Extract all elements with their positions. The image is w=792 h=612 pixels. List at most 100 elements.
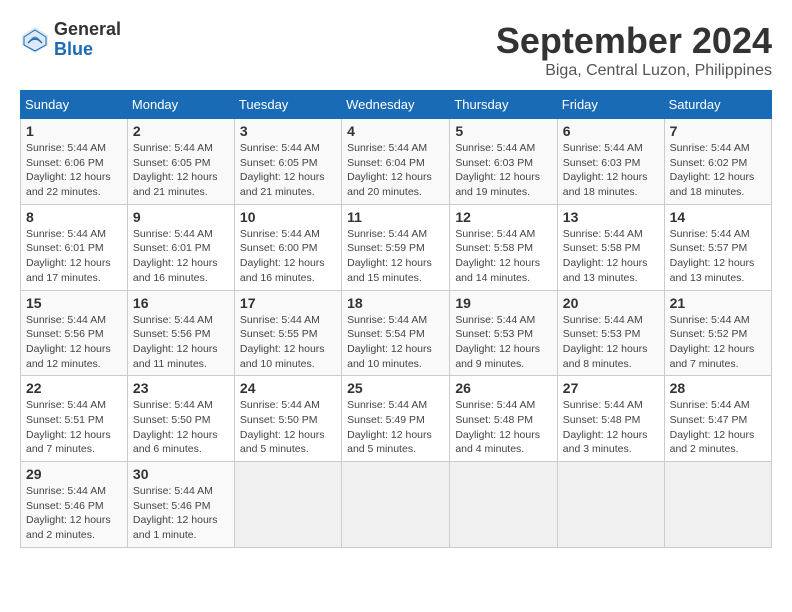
- calendar-cell: 11Sunrise: 5:44 AM Sunset: 5:59 PM Dayli…: [342, 204, 450, 290]
- title-section: September 2024 Biga, Central Luzon, Phil…: [496, 20, 772, 80]
- day-info: Sunrise: 5:44 AM Sunset: 6:05 PM Dayligh…: [240, 141, 336, 200]
- day-info: Sunrise: 5:44 AM Sunset: 5:52 PM Dayligh…: [670, 313, 766, 372]
- day-number: 2: [133, 123, 229, 139]
- day-info: Sunrise: 5:44 AM Sunset: 5:46 PM Dayligh…: [26, 484, 122, 543]
- day-number: 16: [133, 295, 229, 311]
- day-info: Sunrise: 5:44 AM Sunset: 6:06 PM Dayligh…: [26, 141, 122, 200]
- day-number: 21: [670, 295, 766, 311]
- day-info: Sunrise: 5:44 AM Sunset: 6:00 PM Dayligh…: [240, 227, 336, 286]
- calendar-header: SundayMondayTuesdayWednesdayThursdayFrid…: [21, 91, 772, 119]
- day-info: Sunrise: 5:44 AM Sunset: 5:56 PM Dayligh…: [133, 313, 229, 372]
- day-number: 23: [133, 380, 229, 396]
- day-info: Sunrise: 5:44 AM Sunset: 5:49 PM Dayligh…: [347, 398, 444, 457]
- week-row-3: 15 Sunrise: 5:44 AM Sunset: 5:56 PM Dayli…: [21, 290, 772, 376]
- day-number: 12: [455, 209, 551, 225]
- calendar-cell: [557, 462, 664, 548]
- header-sunday: Sunday: [21, 91, 128, 119]
- week-row-1: 1 Sunrise: 5:44 AM Sunset: 6:06 PM Daylig…: [21, 119, 772, 205]
- header-row: SundayMondayTuesdayWednesdayThursdayFrid…: [21, 91, 772, 119]
- day-info: Sunrise: 5:44 AM Sunset: 5:56 PM Dayligh…: [26, 313, 122, 372]
- logo-icon: [20, 25, 50, 55]
- day-info: Sunrise: 5:44 AM Sunset: 5:50 PM Dayligh…: [133, 398, 229, 457]
- calendar-cell: 15 Sunrise: 5:44 AM Sunset: 5:56 PM Dayli…: [21, 290, 128, 376]
- calendar-cell: 5 Sunrise: 5:44 AM Sunset: 6:03 PM Daylig…: [450, 119, 557, 205]
- day-info: Sunrise: 5:44 AM Sunset: 5:55 PM Dayligh…: [240, 313, 336, 372]
- day-number: 3: [240, 123, 336, 139]
- calendar-cell: 20Sunrise: 5:44 AM Sunset: 5:53 PM Dayli…: [557, 290, 664, 376]
- calendar-cell: 26 Sunrise: 5:44 AM Sunset: 5:48 PM Dayli…: [450, 376, 557, 462]
- day-number: 15: [26, 295, 122, 311]
- calendar-cell: 18 Sunrise: 5:44 AM Sunset: 5:54 PM Dayli…: [342, 290, 450, 376]
- calendar-cell: 25 Sunrise: 5:44 AM Sunset: 5:49 PM Dayli…: [342, 376, 450, 462]
- calendar-cell: 27 Sunrise: 5:44 AM Sunset: 5:48 PM Dayli…: [557, 376, 664, 462]
- calendar-cell: 2Sunrise: 5:44 AM Sunset: 6:05 PM Daylig…: [127, 119, 234, 205]
- logo-text: General Blue: [54, 20, 121, 60]
- day-info: Sunrise: 5:44 AM Sunset: 5:58 PM Dayligh…: [563, 227, 659, 286]
- day-number: 26: [455, 380, 551, 396]
- day-info: Sunrise: 5:44 AM Sunset: 5:53 PM Dayligh…: [455, 313, 551, 372]
- header-tuesday: Tuesday: [234, 91, 341, 119]
- day-number: 6: [563, 123, 659, 139]
- day-number: 17: [240, 295, 336, 311]
- calendar-cell: 21 Sunrise: 5:44 AM Sunset: 5:52 PM Dayli…: [664, 290, 771, 376]
- calendar-cell: 28 Sunrise: 5:44 AM Sunset: 5:47 PM Dayli…: [664, 376, 771, 462]
- header-saturday: Saturday: [664, 91, 771, 119]
- logo: General Blue: [20, 20, 121, 60]
- day-info: Sunrise: 5:44 AM Sunset: 5:53 PM Dayligh…: [563, 313, 659, 372]
- day-number: 29: [26, 466, 122, 482]
- day-number: 4: [347, 123, 444, 139]
- day-number: 7: [670, 123, 766, 139]
- header-monday: Monday: [127, 91, 234, 119]
- calendar-body: 1 Sunrise: 5:44 AM Sunset: 6:06 PM Daylig…: [21, 119, 772, 548]
- calendar-title: September 2024: [496, 20, 772, 62]
- calendar-cell: 1 Sunrise: 5:44 AM Sunset: 6:06 PM Daylig…: [21, 119, 128, 205]
- calendar-cell: 29 Sunrise: 5:44 AM Sunset: 5:46 PM Dayli…: [21, 462, 128, 548]
- calendar-cell: 23 Sunrise: 5:44 AM Sunset: 5:50 PM Dayli…: [127, 376, 234, 462]
- calendar-cell: [342, 462, 450, 548]
- day-info: Sunrise: 5:44 AM Sunset: 5:48 PM Dayligh…: [455, 398, 551, 457]
- calendar-cell: 19Sunrise: 5:44 AM Sunset: 5:53 PM Dayli…: [450, 290, 557, 376]
- logo-general-text: General: [54, 20, 121, 40]
- day-number: 14: [670, 209, 766, 225]
- day-info: Sunrise: 5:44 AM Sunset: 5:47 PM Dayligh…: [670, 398, 766, 457]
- calendar-cell: [450, 462, 557, 548]
- day-info: Sunrise: 5:44 AM Sunset: 6:02 PM Dayligh…: [670, 141, 766, 200]
- calendar-cell: 12 Sunrise: 5:44 AM Sunset: 5:58 PM Dayli…: [450, 204, 557, 290]
- day-info: Sunrise: 5:44 AM Sunset: 5:46 PM Dayligh…: [133, 484, 229, 543]
- calendar-cell: 7 Sunrise: 5:44 AM Sunset: 6:02 PM Daylig…: [664, 119, 771, 205]
- day-number: 30: [133, 466, 229, 482]
- calendar-cell: 14 Sunrise: 5:44 AM Sunset: 5:57 PM Dayli…: [664, 204, 771, 290]
- calendar-cell: [234, 462, 341, 548]
- day-number: 18: [347, 295, 444, 311]
- calendar-cell: 30 Sunrise: 5:44 AM Sunset: 5:46 PM Dayli…: [127, 462, 234, 548]
- day-number: 5: [455, 123, 551, 139]
- header-friday: Friday: [557, 91, 664, 119]
- header-thursday: Thursday: [450, 91, 557, 119]
- day-info: Sunrise: 5:44 AM Sunset: 6:03 PM Dayligh…: [455, 141, 551, 200]
- day-number: 28: [670, 380, 766, 396]
- day-number: 1: [26, 123, 122, 139]
- day-info: Sunrise: 5:44 AM Sunset: 5:59 PM Dayligh…: [347, 227, 444, 286]
- calendar-cell: [664, 462, 771, 548]
- day-number: 9: [133, 209, 229, 225]
- calendar-cell: 16 Sunrise: 5:44 AM Sunset: 5:56 PM Dayli…: [127, 290, 234, 376]
- calendar-cell: 22Sunrise: 5:44 AM Sunset: 5:51 PM Dayli…: [21, 376, 128, 462]
- week-row-2: 8Sunrise: 5:44 AM Sunset: 6:01 PM Daylig…: [21, 204, 772, 290]
- header-wednesday: Wednesday: [342, 91, 450, 119]
- calendar-cell: 24Sunrise: 5:44 AM Sunset: 5:50 PM Dayli…: [234, 376, 341, 462]
- day-info: Sunrise: 5:44 AM Sunset: 5:48 PM Dayligh…: [563, 398, 659, 457]
- day-info: Sunrise: 5:44 AM Sunset: 5:57 PM Dayligh…: [670, 227, 766, 286]
- calendar-cell: 13Sunrise: 5:44 AM Sunset: 5:58 PM Dayli…: [557, 204, 664, 290]
- day-number: 25: [347, 380, 444, 396]
- header: General Blue September 2024 Biga, Centra…: [20, 20, 772, 80]
- day-info: Sunrise: 5:44 AM Sunset: 6:04 PM Dayligh…: [347, 141, 444, 200]
- calendar-cell: 3 Sunrise: 5:44 AM Sunset: 6:05 PM Daylig…: [234, 119, 341, 205]
- day-number: 22: [26, 380, 122, 396]
- day-info: Sunrise: 5:44 AM Sunset: 5:54 PM Dayligh…: [347, 313, 444, 372]
- day-number: 27: [563, 380, 659, 396]
- day-number: 10: [240, 209, 336, 225]
- day-info: Sunrise: 5:44 AM Sunset: 6:01 PM Dayligh…: [133, 227, 229, 286]
- day-info: Sunrise: 5:44 AM Sunset: 5:58 PM Dayligh…: [455, 227, 551, 286]
- calendar-cell: 10 Sunrise: 5:44 AM Sunset: 6:00 PM Dayli…: [234, 204, 341, 290]
- calendar-table: SundayMondayTuesdayWednesdayThursdayFrid…: [20, 90, 772, 548]
